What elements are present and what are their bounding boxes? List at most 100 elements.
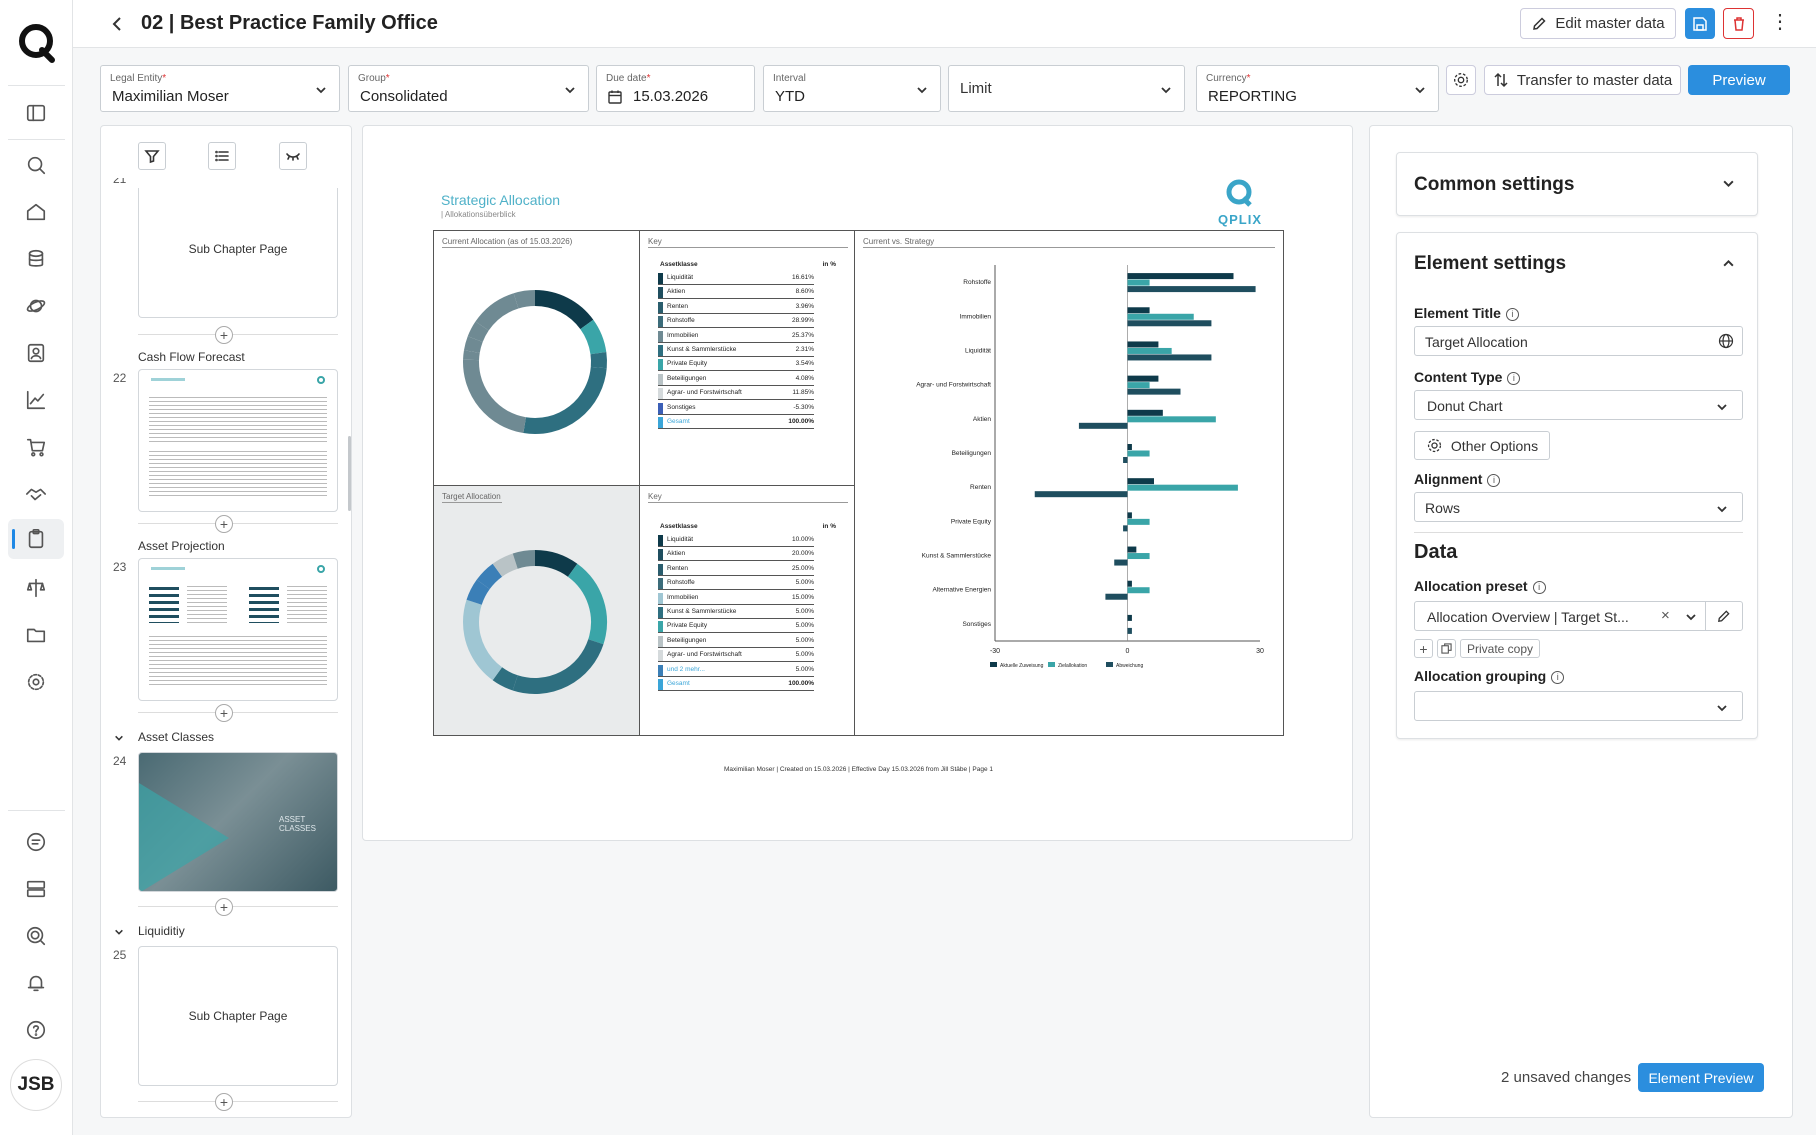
add-preset-button[interactable]: + — [1414, 639, 1433, 658]
copy-icon — [1441, 643, 1452, 654]
content-type-select[interactable]: Donut Chart — [1414, 390, 1743, 420]
chevron-down-icon[interactable] — [114, 924, 124, 935]
list-icon[interactable] — [208, 142, 236, 170]
category-label: Rohstoffe — [963, 279, 991, 286]
bar — [1114, 559, 1128, 566]
other-options-button[interactable]: Other Options — [1414, 431, 1550, 460]
report-logo-text: QPLIX — [1218, 212, 1263, 227]
pencil-icon — [1533, 16, 1546, 30]
folder-icon[interactable] — [20, 619, 52, 651]
edit-master-data-button[interactable]: Edit master data — [1520, 8, 1676, 39]
alignment-value: Rows — [1425, 500, 1461, 516]
home-icon[interactable] — [20, 196, 52, 228]
allocation-preset-select[interactable]: Allocation Overview | Target St... × — [1414, 601, 1743, 631]
more-menu-icon[interactable]: ⋮ — [1770, 10, 1790, 34]
group-select[interactable]: Group* Consolidated — [348, 65, 589, 112]
due-date-field[interactable]: Due date* 15.03.2026 — [596, 65, 755, 112]
sidebar-toggle-icon[interactable] — [20, 97, 52, 129]
key-row: Agrar- und Forstwirtschaft 5.00% — [658, 648, 814, 663]
legend-swatch — [658, 402, 663, 414]
element-title-input[interactable]: Target Allocation — [1414, 326, 1743, 356]
info-icon[interactable]: i — [1532, 581, 1546, 594]
server-icon[interactable] — [20, 873, 52, 905]
back-chevron-icon[interactable] — [107, 14, 127, 34]
database-icon[interactable] — [20, 243, 52, 275]
donut-slice — [463, 621, 503, 681]
due-date-value: 15.03.2026 — [633, 88, 709, 105]
gear-icon[interactable] — [20, 666, 52, 698]
add-page-button[interactable]: + — [215, 704, 233, 722]
qplix-logo-icon[interactable] — [16, 22, 58, 64]
key-label: Renten — [667, 564, 688, 572]
globe-icon[interactable] — [1718, 333, 1734, 349]
clear-icon[interactable]: × — [1661, 607, 1670, 624]
filter-icon[interactable] — [138, 142, 166, 170]
search-q-icon[interactable] — [20, 920, 52, 952]
add-page-button[interactable]: + — [215, 515, 233, 533]
section-title: Asset Classes — [138, 730, 215, 744]
donut-slice — [476, 563, 503, 590]
page-thumbnail-sub-chapter[interactable]: Sub Chapter Page — [138, 946, 338, 1086]
transfer-master-data-button[interactable]: Transfer to master data — [1484, 65, 1681, 95]
transfer-label: Transfer to master data — [1516, 71, 1673, 89]
hide-eye-icon[interactable] — [279, 142, 307, 170]
chevron-down-icon — [1716, 400, 1728, 416]
page-thumbnail-sub-chapter[interactable]: Sub Chapter Page — [138, 188, 338, 318]
page-thumbnail-asset-classes[interactable]: ASSET CLASSES — [138, 752, 338, 892]
chevron-down-icon — [1414, 83, 1425, 94]
legend-swatch — [658, 621, 663, 633]
planet-icon[interactable] — [20, 290, 52, 322]
help-icon[interactable] — [20, 1014, 52, 1046]
delete-button[interactable] — [1723, 8, 1754, 39]
interval-select[interactable]: Interval YTD — [763, 65, 941, 112]
preview-button[interactable]: Preview — [1688, 65, 1790, 95]
add-page-button[interactable]: + — [215, 898, 233, 916]
private-copy-button[interactable]: Private copy — [1460, 639, 1540, 658]
scale-icon[interactable] — [20, 572, 52, 604]
add-page-button[interactable]: + — [215, 326, 233, 344]
chevron-down-icon[interactable] — [114, 730, 124, 741]
column-header: Assetklasse — [660, 523, 698, 530]
chat-icon[interactable] — [20, 826, 52, 858]
page-thumbnail-cash-flow[interactable] — [138, 369, 338, 512]
chevron-down-icon[interactable] — [1685, 611, 1697, 623]
key-label: Liquidität — [667, 274, 694, 281]
key-row: Immobilien 15.00% — [658, 591, 814, 605]
add-page-button[interactable]: + — [215, 1093, 233, 1111]
bell-icon[interactable] — [20, 967, 52, 999]
contacts-icon[interactable] — [20, 337, 52, 369]
common-settings-card[interactable]: Common settings — [1396, 152, 1758, 216]
limit-select[interactable]: Limit — [948, 65, 1185, 112]
chart-line-icon[interactable] — [20, 384, 52, 416]
page-thumbnail-asset-projection[interactable] — [138, 558, 338, 701]
legal-entity-select[interactable]: Legal Entity* Maximilian Moser — [100, 65, 340, 112]
reports-icon[interactable] — [8, 519, 64, 559]
settings-button[interactable] — [1446, 65, 1476, 95]
chevron-down-icon[interactable] — [1722, 177, 1735, 195]
copy-preset-button[interactable] — [1437, 639, 1456, 658]
avatar[interactable]: JSB — [10, 1059, 62, 1111]
search-icon[interactable] — [20, 149, 52, 181]
scrollbar[interactable] — [348, 436, 351, 511]
currency-label: Currency — [1206, 73, 1247, 84]
tick-label: 30 — [1256, 648, 1264, 655]
bar — [1127, 286, 1256, 293]
allocation-grouping-select[interactable] — [1414, 691, 1743, 721]
pencil-icon[interactable] — [1716, 609, 1731, 624]
element-preview-button[interactable]: Element Preview — [1638, 1063, 1764, 1092]
donut-slice — [492, 667, 518, 691]
info-icon[interactable]: i — [1505, 308, 1519, 321]
info-icon[interactable]: i — [1487, 474, 1501, 487]
key-value: 11.85% — [792, 389, 814, 397]
chevron-up-icon[interactable] — [1722, 257, 1735, 275]
key-value: 3.96% — [795, 302, 814, 310]
handshake-icon[interactable] — [20, 478, 52, 510]
cart-icon[interactable] — [20, 431, 52, 463]
element-settings-card: Element settings Element Title i Target A… — [1396, 232, 1758, 739]
save-button[interactable] — [1685, 8, 1715, 39]
currency-select[interactable]: Currency* REPORTING — [1196, 65, 1439, 112]
info-icon[interactable]: i — [1551, 671, 1565, 684]
info-icon[interactable]: i — [1507, 372, 1521, 385]
alignment-select[interactable]: Rows — [1414, 492, 1743, 522]
bar — [1127, 341, 1159, 348]
